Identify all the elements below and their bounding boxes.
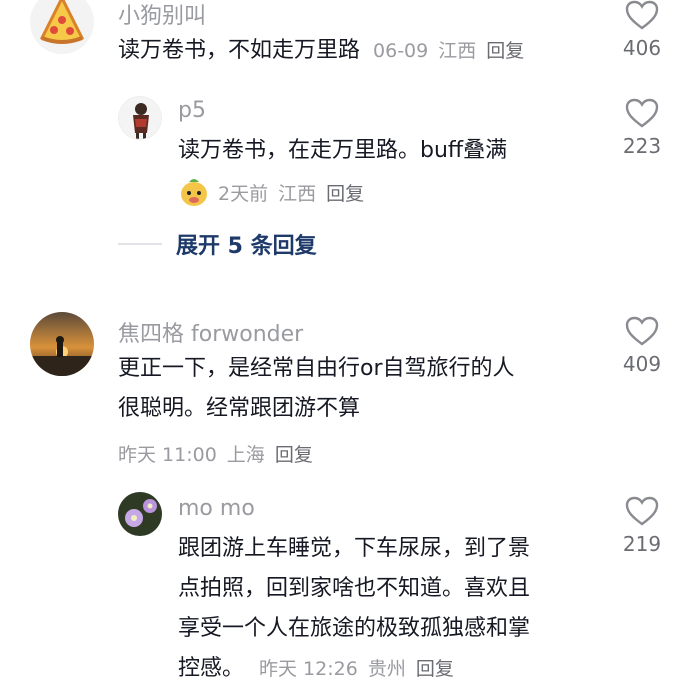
- comment-item: 小狗别叫 读万卷书，不如走万里路 06-09 江西 回复 406: [0, 0, 690, 90]
- comment-date: 06-09: [373, 40, 429, 62]
- flower-photo-avatar: [118, 492, 162, 536]
- heart-icon: [625, 98, 659, 128]
- comment-text-line: 跟团游上车睡觉，下车尿尿，到了景: [178, 536, 531, 561]
- comment-date: 2天前: [218, 182, 269, 205]
- comment-text: 读万卷书，不如走万里路 06-09 江西 回复: [118, 34, 534, 68]
- heart-icon: [625, 0, 659, 30]
- comment-meta: 2天前 江西 回复: [178, 176, 374, 208]
- like-count: 219: [622, 532, 662, 556]
- like-count: 406: [622, 36, 662, 60]
- reply-item: p5 读万卷书，在走万里路。buff叠满 2天前 江西 回复 223: [0, 94, 690, 214]
- like-button[interactable]: 223: [612, 98, 672, 158]
- comment-text-line: 点拍照，回到家啥也不知道。喜欢且: [178, 576, 531, 601]
- heart-icon: [625, 316, 659, 346]
- reply-item: mo mo 跟团游上车睡觉，下车尿尿，到了景 点拍照，回到家啥也不知道。喜欢且 …: [0, 490, 690, 688]
- comment-meta: 昨天 12:26 贵州 回复: [259, 658, 464, 680]
- comment-text-line: 享受一个人在旅途的极致孤独感和掌: [178, 616, 531, 641]
- comment-username[interactable]: 焦四格 forwonder: [118, 316, 303, 348]
- sunset-photo-avatar: [30, 312, 94, 376]
- comment-username[interactable]: mo mo: [178, 496, 255, 521]
- like-button[interactable]: 406: [612, 0, 672, 60]
- reply-button[interactable]: 回复: [416, 658, 454, 680]
- like-button[interactable]: 219: [612, 496, 672, 556]
- pizza-icon: [39, 0, 85, 44]
- like-count: 409: [622, 352, 662, 376]
- avatar[interactable]: [118, 96, 162, 140]
- expand-replies-label: 展开 5 条回复: [176, 234, 317, 259]
- comment-text: 控感。 昨天 12:26 贵州 回复: [178, 652, 464, 686]
- like-button[interactable]: 409: [612, 316, 672, 376]
- comment-meta: 06-09 江西 回复: [373, 40, 534, 62]
- comment-location: 江西: [278, 182, 317, 205]
- comment-text-line: 读万卷书，不如走万里路: [118, 38, 361, 63]
- comment-meta: 昨天 11:00 上海 回复: [118, 440, 323, 467]
- reply-button[interactable]: 回复: [326, 179, 364, 206]
- comment-location: 上海: [226, 444, 265, 466]
- expand-replies-button[interactable]: 展开 5 条回复: [118, 228, 317, 260]
- comment-text-line: 控感。: [178, 656, 245, 681]
- comment-location: 贵州: [367, 658, 406, 680]
- comment-text-line: 更正一下，是经常自由行or自驾旅行的人: [118, 356, 515, 381]
- comment-date: 昨天 12:26: [259, 658, 358, 680]
- like-count: 223: [622, 134, 662, 158]
- comment-username[interactable]: p5: [178, 98, 206, 123]
- reply-button[interactable]: 回复: [486, 40, 524, 62]
- avatar[interactable]: [118, 492, 162, 536]
- comment-item: 焦四格 forwonder 更正一下，是经常自由行or自驾旅行的人 很聪明。经常…: [0, 310, 690, 470]
- reply-button[interactable]: 回复: [275, 444, 313, 466]
- comment-location: 江西: [438, 40, 477, 62]
- comment-text-line: 很聪明。经常跟团游不算: [118, 396, 361, 421]
- comment-date: 昨天 11:00: [118, 444, 217, 466]
- emoji-sticker-icon: [181, 179, 207, 206]
- avatar[interactable]: [30, 312, 94, 376]
- comment-username[interactable]: 小狗别叫: [118, 0, 206, 30]
- heart-icon: [625, 496, 659, 526]
- comment-text: 读万卷书，在走万里路。buff叠满: [178, 138, 508, 163]
- avatar[interactable]: [30, 0, 94, 54]
- divider: [118, 243, 162, 245]
- silhouette-avatar: [133, 103, 149, 139]
